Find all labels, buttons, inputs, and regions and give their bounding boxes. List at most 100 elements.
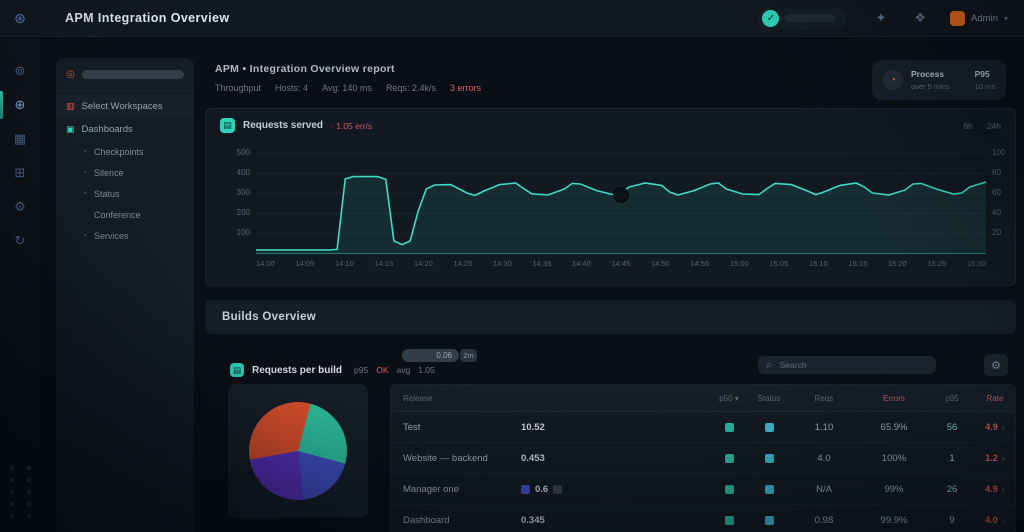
services-search[interactable]: ⌕ <box>758 356 936 374</box>
status-pill[interactable]: ✓ <box>758 6 848 30</box>
rail-item-settings[interactable]: ⚙ <box>0 190 40 224</box>
release-name-cell: Website — backend <box>403 452 488 464</box>
rail-item-sync[interactable]: ↻ <box>0 224 40 258</box>
page-meta-row: Throughput Hosts: 4 Avg: 140 ms Reqs: 2.4k/… <box>215 83 481 93</box>
table-header-cell[interactable]: Release <box>391 394 521 403</box>
sidebar-items: ▥ Select Workspaces ▣ Dashboards ▪ Check… <box>56 91 194 246</box>
apps-icon[interactable]: ❖ <box>914 10 926 26</box>
x-axis-tick: 14:05 <box>295 259 315 268</box>
rail-item-explore[interactable]: ⊕ <box>0 88 40 122</box>
p50-cell: N/A <box>816 483 832 495</box>
filter-interval-button[interactable]: 2m <box>460 349 477 362</box>
row-expand-chevron[interactable]: › <box>1002 422 1005 432</box>
workspace-name-placeholder <box>81 70 184 79</box>
bullet-icon: ▪ <box>84 190 87 197</box>
status-badge-teal <box>724 453 734 463</box>
y-axis-right-tick: 40 <box>992 208 1001 217</box>
builds-section-title: Builds Overview <box>222 311 316 323</box>
build-distribution-pie-chart <box>249 402 347 500</box>
rate-value: 1.2 <box>985 453 998 463</box>
row-expand-chevron[interactable]: › <box>1002 453 1005 463</box>
sidebar-subitem[interactable]: ▪ Status <box>56 183 194 204</box>
rail-item-home[interactable]: ⊚ <box>0 54 40 88</box>
page-meta-item: Reqs: 2.4k/s <box>385 83 436 93</box>
sidebar-subitem[interactable]: ▪ Checkpoints <box>56 141 194 162</box>
range-option[interactable]: 24h <box>987 121 1001 131</box>
build-value: 10.52 <box>521 421 545 433</box>
rate-cell: 4.0 › <box>975 515 1015 525</box>
services-meta-row: p95 OK avg 1.05 <box>354 365 435 375</box>
services-panel-icon: ▤ <box>230 363 244 377</box>
bullet-icon: ▪ <box>84 232 87 239</box>
search-input[interactable] <box>777 359 928 371</box>
build-cell: 0.6 <box>521 484 709 495</box>
user-menu[interactable]: Admin ▾ <box>950 10 1008 26</box>
table-header-cell[interactable]: Reqs <box>789 394 859 403</box>
bullet-icon: ▪ <box>84 148 87 155</box>
table-settings-button[interactable]: ⚙ <box>984 354 1008 376</box>
topbar-actions: ✓ ✦ ❖ Admin ▾ <box>758 6 1024 30</box>
filter-value-pill[interactable]: 0.06 <box>402 349 459 362</box>
table-header-cell[interactable]: p95 <box>929 394 975 403</box>
rate-value: 4.9 <box>985 484 998 494</box>
x-axis-tick: 14:35 <box>532 259 552 268</box>
p95-cell: 56 <box>946 421 958 433</box>
chart-marker-dot <box>613 187 629 203</box>
release-name-cell: Test <box>403 421 421 433</box>
services-panel-title: Requests per build <box>252 364 343 376</box>
table-header-cell[interactable]: Rate <box>975 394 1015 403</box>
build-value: 0.6 <box>535 483 549 495</box>
table-row[interactable]: Test 10.52 1.10 65.9% 56 4.9 › <box>391 412 1015 443</box>
workspace-icon: ◎ <box>66 69 75 80</box>
row-expand-chevron[interactable]: › <box>1002 515 1005 525</box>
builds-section-header: Builds Overview <box>205 300 1016 334</box>
table-header-cell[interactable]: Errors <box>859 394 929 403</box>
table-header-cell[interactable]: p50 ▾ <box>709 394 749 403</box>
page-meta-item: Avg: 140 ms <box>322 83 372 93</box>
sidebar-subitem[interactable]: Conference <box>56 204 194 225</box>
sidebar-item[interactable]: ▣ Dashboards <box>56 118 194 141</box>
errors-cell: 65.9% <box>880 421 908 433</box>
services-panel-header: ▤ Requests per build p95 OK avg 1.05 <box>230 363 435 377</box>
summary-card: ◔ Process over 5 mins P95 10 ms <box>872 60 1006 100</box>
row-expand-chevron[interactable]: › <box>1002 484 1005 494</box>
status-badge-teal <box>724 484 734 494</box>
rail-item-dashboards[interactable]: ▦ <box>0 122 40 156</box>
x-axis-ticks: 14:00 14:05 14:10 14:15 14:20 14:25 14:30 14:35… <box>256 259 986 268</box>
chevron-down-icon: ▾ <box>1003 13 1008 23</box>
range-option[interactable]: 6h <box>963 121 972 131</box>
services-meta-item: p95 <box>354 365 369 375</box>
sidebar-subitem[interactable]: ▪ Silence <box>56 162 194 183</box>
sidebar-subitem-label: Status <box>94 188 120 199</box>
services-meta-item: 1.05 <box>418 365 435 375</box>
y-axis-left-tick: 300 <box>236 188 250 197</box>
x-axis-tick: 15:10 <box>809 259 828 268</box>
table-row[interactable]: Manager one 0.6 N/A 99% 26 4.9 › <box>391 474 1015 505</box>
rate-value: 4.9 <box>985 422 998 432</box>
x-axis-tick: 14:20 <box>414 259 433 268</box>
status-badge-teal <box>724 515 734 525</box>
line-chart-plot: 500 100 400 80 300 60 200 40 100 20 <box>237 141 1005 254</box>
p95-cell: 1 <box>949 452 955 464</box>
errors-cell: 99.9% <box>880 514 908 526</box>
page-header: APM • Integration Overview report Throug… <box>215 63 481 93</box>
requests-chart-panel: ▤ Requests served · 1.05 err/s 6h 24h 500… <box>205 108 1016 286</box>
health-status-cell <box>749 515 789 525</box>
rail-footer-dots <box>9 466 31 518</box>
rail-item-apps[interactable]: ⊞ <box>0 156 40 190</box>
table-header-cell[interactable]: Status <box>749 394 789 403</box>
table-row[interactable]: Dashboard 0.345 0.98 99.9% 9 4.0 › <box>391 505 1015 532</box>
table-row[interactable]: Website — backend 0.453 4.0 100% 1 1.2 › <box>391 443 1015 474</box>
sparkle-icon[interactable]: ✦ <box>875 10 886 26</box>
services-meta-item: avg <box>396 365 411 375</box>
page-meta-item: 3 errors <box>449 83 481 93</box>
icon-rail: ⊚ ⊕ ▦ ⊞ ⚙ ↻ <box>0 36 40 532</box>
status-badge-teal <box>724 422 734 432</box>
x-axis-tick: 14:40 <box>572 259 591 268</box>
sidebar-item[interactable]: ▥ Select Workspaces <box>56 95 194 118</box>
workspace-selector[interactable]: ◎ <box>56 58 194 91</box>
chart-panel-meta: · 1.05 err/s <box>331 120 373 131</box>
sidebar-subitem[interactable]: ▪ Services <box>56 225 194 246</box>
health-status-cell <box>749 422 789 432</box>
rate-value: 4.0 <box>985 515 998 525</box>
